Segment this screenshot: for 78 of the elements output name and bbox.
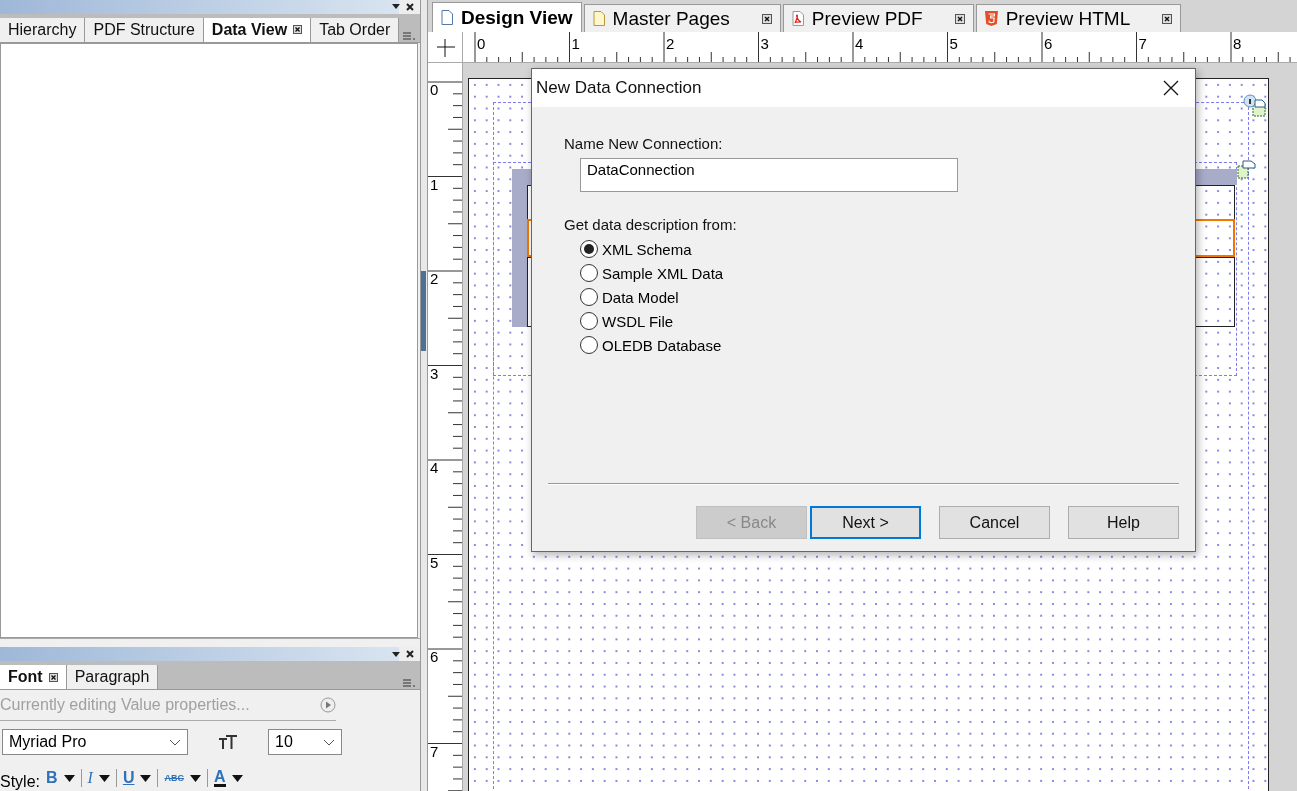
play-icon[interactable] [320, 697, 336, 713]
ruler-number: 3 [430, 364, 439, 382]
close-icon[interactable] [1162, 13, 1173, 24]
editor-tab[interactable]: Preview PDF [782, 4, 974, 32]
page-icon [441, 10, 453, 25]
dialog-button[interactable]: Next > [810, 506, 921, 539]
editor-tab[interactable]: Design View [432, 2, 582, 32]
radio-button[interactable] [580, 312, 598, 330]
page-icon [592, 11, 605, 26]
editor-tab[interactable]: Preview HTML [975, 4, 1182, 32]
panel-menu-icon[interactable] [392, 4, 400, 10]
underline-button[interactable]: U [122, 769, 135, 787]
caret-icon[interactable] [189, 774, 201, 782]
dialog-button[interactable]: Help [1068, 506, 1179, 539]
close-icon[interactable] [761, 13, 772, 24]
panel-tab[interactable]: Data View [203, 17, 312, 42]
ruler-number: 1 [571, 35, 580, 52]
ruler-number: 3 [760, 35, 769, 52]
ruler-number: 5 [430, 553, 439, 571]
chevron-down-icon[interactable] [169, 738, 181, 746]
ruler-number: 6 [1044, 35, 1053, 52]
radio-option[interactable]: Data Model [580, 285, 1195, 309]
caret-icon[interactable] [63, 774, 75, 782]
radio-button[interactable] [580, 240, 598, 258]
font-size-dropdown[interactable]: 10 [268, 729, 342, 755]
close-icon[interactable] [406, 2, 414, 11]
ruler-number: 7 [1138, 35, 1147, 52]
ruler-number: 0 [430, 81, 439, 98]
font-size-icon [218, 734, 238, 750]
close-icon[interactable] [48, 672, 58, 682]
field-label: Get data description from: [564, 216, 738, 233]
panel-tab[interactable]: Hierarchy [0, 17, 86, 42]
dialog-title: New Data Connection [536, 78, 702, 98]
close-icon[interactable] [1163, 80, 1179, 96]
style-label: Style: [0, 773, 40, 791]
ruler-number: 4 [430, 459, 439, 476]
ruler-number: 8 [1233, 35, 1242, 52]
font-color-button[interactable]: A [213, 769, 226, 787]
dialog-button[interactable]: Cancel [939, 506, 1050, 539]
radio-option[interactable]: OLEDB Database [580, 333, 1195, 357]
chevron-down-icon[interactable] [323, 738, 335, 746]
html5-icon [984, 11, 998, 26]
hint-text: Currently editing Value properties... [0, 696, 250, 714]
italic-button[interactable]: I [87, 769, 93, 787]
caret-icon[interactable] [231, 774, 243, 782]
ruler-number: 6 [430, 648, 439, 665]
radio-button[interactable] [580, 288, 598, 306]
panel-tab[interactable]: Tab Order [311, 17, 400, 42]
close-icon[interactable] [954, 13, 965, 24]
panel-tab[interactable]: Font [0, 665, 67, 689]
ruler-number: 2 [430, 270, 439, 287]
radio-option[interactable]: Sample XML Data [580, 261, 1195, 285]
ruler-number: 0 [477, 35, 486, 52]
ruler-number: 4 [855, 35, 864, 52]
panel-menu-icon[interactable] [392, 651, 400, 657]
strikethrough-button[interactable]: ABC [164, 773, 184, 783]
pdf-file-icon [791, 11, 804, 26]
ruler-number: 1 [430, 175, 439, 193]
editor-tab[interactable]: Master Pages [583, 4, 781, 32]
panel-tab[interactable]: Paragraph [66, 665, 159, 689]
panel-splitter[interactable] [420, 0, 428, 791]
ruler-number: 2 [666, 35, 675, 52]
ruler-number: 7 [430, 742, 439, 760]
caret-icon[interactable] [98, 774, 110, 782]
bold-button[interactable]: B [46, 769, 58, 787]
field-label: Name New Connection: [564, 135, 724, 152]
radio-option[interactable]: WSDL File [580, 309, 1195, 333]
ruler-number: 5 [949, 35, 958, 52]
connection-name-field[interactable]: DataConnection [580, 158, 958, 192]
radio-option[interactable]: XML Schema [580, 237, 1195, 261]
font-family-dropdown[interactable]: Myriad Pro [2, 729, 188, 755]
close-icon[interactable] [406, 650, 414, 659]
radio-button[interactable] [580, 336, 598, 354]
panel-tab[interactable]: PDF Structure [85, 17, 204, 42]
radio-button[interactable] [580, 264, 598, 282]
page-marker-icon [1237, 160, 1257, 180]
caret-icon[interactable] [140, 774, 152, 782]
close-icon[interactable] [293, 25, 303, 35]
